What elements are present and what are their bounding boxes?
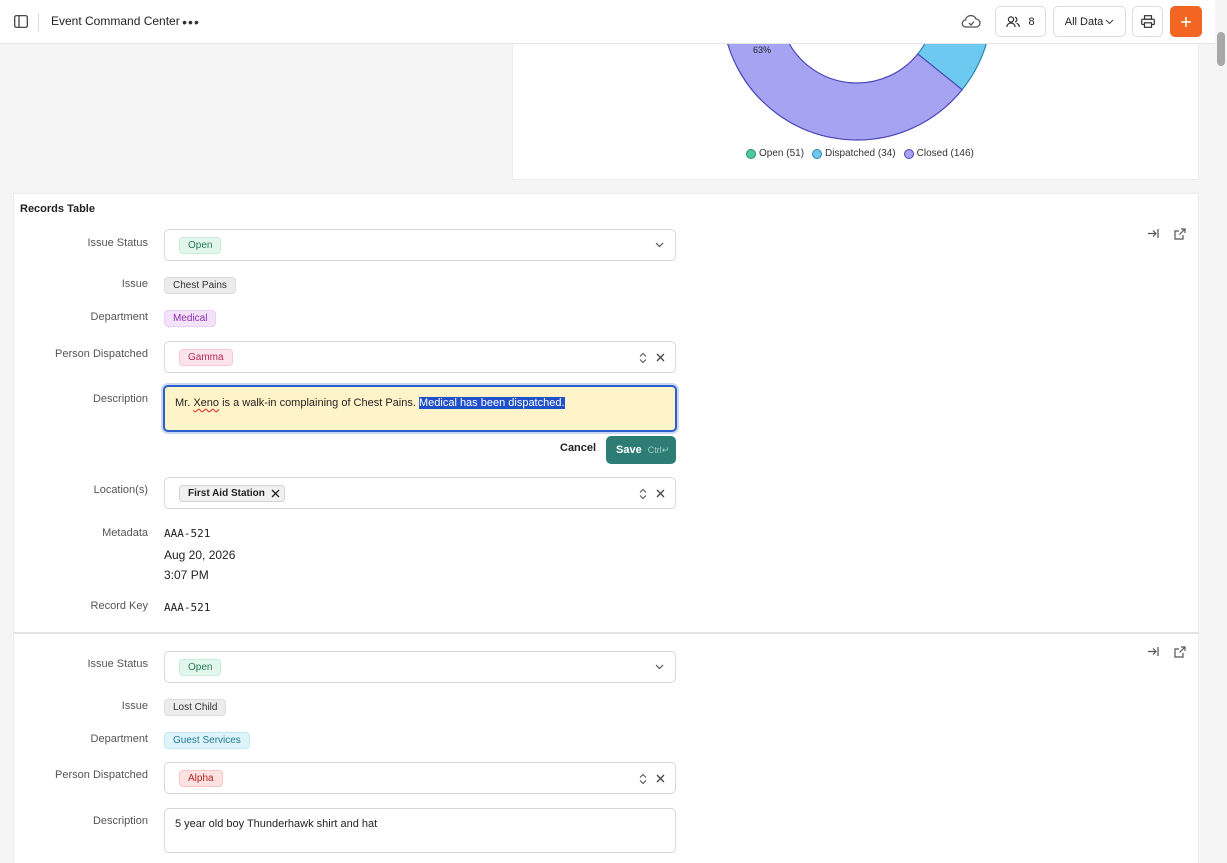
expand-record-icon[interactable] <box>1147 646 1159 660</box>
person-tag: Gamma <box>179 349 233 366</box>
cancel-button[interactable]: Cancel <box>560 442 596 454</box>
sort-arrows-icon[interactable] <box>639 488 647 500</box>
description-textarea[interactable]: 5 year old boy Thunderhawk shirt and hat <box>164 808 676 853</box>
printer-icon <box>1140 15 1155 28</box>
person-tag: Alpha <box>179 770 223 787</box>
description-text: Mr. Xeno is a walk-in complaining of Che… <box>175 397 565 409</box>
print-button[interactable] <box>1132 6 1163 37</box>
open-external-icon[interactable] <box>1174 228 1186 243</box>
record-divider <box>13 632 1199 634</box>
chevron-down-icon <box>655 664 664 670</box>
misspelled-word: Xeno <box>193 397 220 409</box>
metadata-time: 3:07 PM <box>164 568 209 582</box>
chevron-down-icon <box>1105 19 1114 24</box>
metadata-date: Aug 20, 2026 <box>164 548 236 562</box>
open-external-icon[interactable] <box>1174 646 1186 661</box>
selected-text: Medical has been dispatched. <box>418 397 565 409</box>
department-tag: Medical <box>164 310 217 327</box>
status-badge: Open <box>179 659 222 676</box>
plus-icon <box>1181 16 1191 27</box>
locations-select[interactable]: First Aid Station <box>164 477 676 509</box>
field-label-person-dispatched: Person Dispatched <box>55 769 148 781</box>
legend-item-open[interactable]: Open (51) <box>746 148 804 159</box>
legend-dot <box>812 148 823 159</box>
legend-item-dispatched[interactable]: Dispatched (34) <box>812 148 896 159</box>
add-button[interactable] <box>1170 6 1202 37</box>
clear-icon[interactable] <box>656 774 665 783</box>
users-count: 8 <box>1028 15 1035 28</box>
save-button[interactable]: Save Ctrl↵ <box>606 436 676 464</box>
records-title: Records Table <box>20 203 95 215</box>
legend-item-closed[interactable]: Closed (146) <box>903 148 974 159</box>
metadata-id: AAA-521 <box>164 527 211 540</box>
sort-arrows-icon[interactable] <box>639 773 647 785</box>
person-dispatched-select[interactable]: Gamma <box>164 341 676 373</box>
issue-status-select[interactable]: Open <box>164 229 676 261</box>
data-filter-dropdown[interactable]: All Data <box>1053 6 1126 37</box>
legend-dot <box>746 148 756 159</box>
field-label-record-key: Record Key <box>90 600 148 612</box>
field-label-description: Description <box>92 815 148 827</box>
chart-legend: Open (51) Dispatched (34) Closed (146) <box>746 148 974 159</box>
sidebar-toggle-icon[interactable] <box>12 13 29 30</box>
clear-icon[interactable] <box>656 353 665 362</box>
sort-arrows-icon[interactable] <box>639 352 647 364</box>
field-label-locations: Location(s) <box>93 484 148 496</box>
divider <box>38 13 39 31</box>
cloud-sync-icon[interactable] <box>961 12 981 32</box>
legend-label: Closed (146) <box>916 148 974 159</box>
field-label-metadata: Metadata <box>102 527 148 539</box>
status-badge: Open <box>179 237 222 254</box>
description-textarea[interactable]: Mr. Xeno is a walk-in complaining of Che… <box>163 385 677 432</box>
scrollbar-thumb[interactable] <box>1217 32 1225 66</box>
chevron-down-icon <box>655 242 664 248</box>
legend-dot <box>903 148 914 159</box>
location-tag[interactable]: First Aid Station <box>179 485 285 502</box>
field-label-department: Department <box>90 311 148 323</box>
remove-tag-icon[interactable] <box>271 489 280 498</box>
save-label: Save <box>616 444 642 456</box>
record-key-value: AAA-521 <box>164 601 211 614</box>
users-icon <box>1006 15 1021 27</box>
field-label-description: Description <box>92 393 148 405</box>
field-label-issue: Issue <box>121 278 148 290</box>
field-label-department: Department <box>90 733 148 745</box>
field-label-person-dispatched: Person Dispatched <box>55 348 148 360</box>
top-bar: Event Command Center ••• 8 All Data <box>0 0 1227 44</box>
expand-record-icon[interactable] <box>1147 228 1159 242</box>
clear-icon[interactable] <box>656 489 665 498</box>
issue-tag: Lost Child <box>164 699 227 716</box>
field-label-issue: Issue <box>121 700 148 712</box>
issue-status-select[interactable]: Open <box>164 651 676 683</box>
issue-tag: Chest Pains <box>164 277 236 294</box>
users-button[interactable]: 8 <box>995 6 1046 37</box>
description-text: 5 year old boy Thunderhawk shirt and hat <box>175 818 378 830</box>
field-label-issue-status: Issue Status <box>87 658 148 670</box>
data-filter-label: All Data <box>1064 15 1104 28</box>
location-label: First Aid Station <box>188 488 265 499</box>
slice-percent-label: 63% <box>753 45 771 55</box>
department-tag: Guest Services <box>164 732 250 749</box>
app-title: Event Command Center <box>51 14 180 28</box>
legend-label: Dispatched (34) <box>825 148 896 159</box>
save-shortcut-hint: Ctrl↵ <box>647 444 670 455</box>
scrollbar[interactable] <box>1215 0 1227 863</box>
person-dispatched-select[interactable]: Alpha <box>164 762 676 794</box>
more-options-icon[interactable]: ••• <box>182 13 200 30</box>
legend-label: Open (51) <box>759 148 805 159</box>
field-label-issue-status: Issue Status <box>87 237 148 249</box>
